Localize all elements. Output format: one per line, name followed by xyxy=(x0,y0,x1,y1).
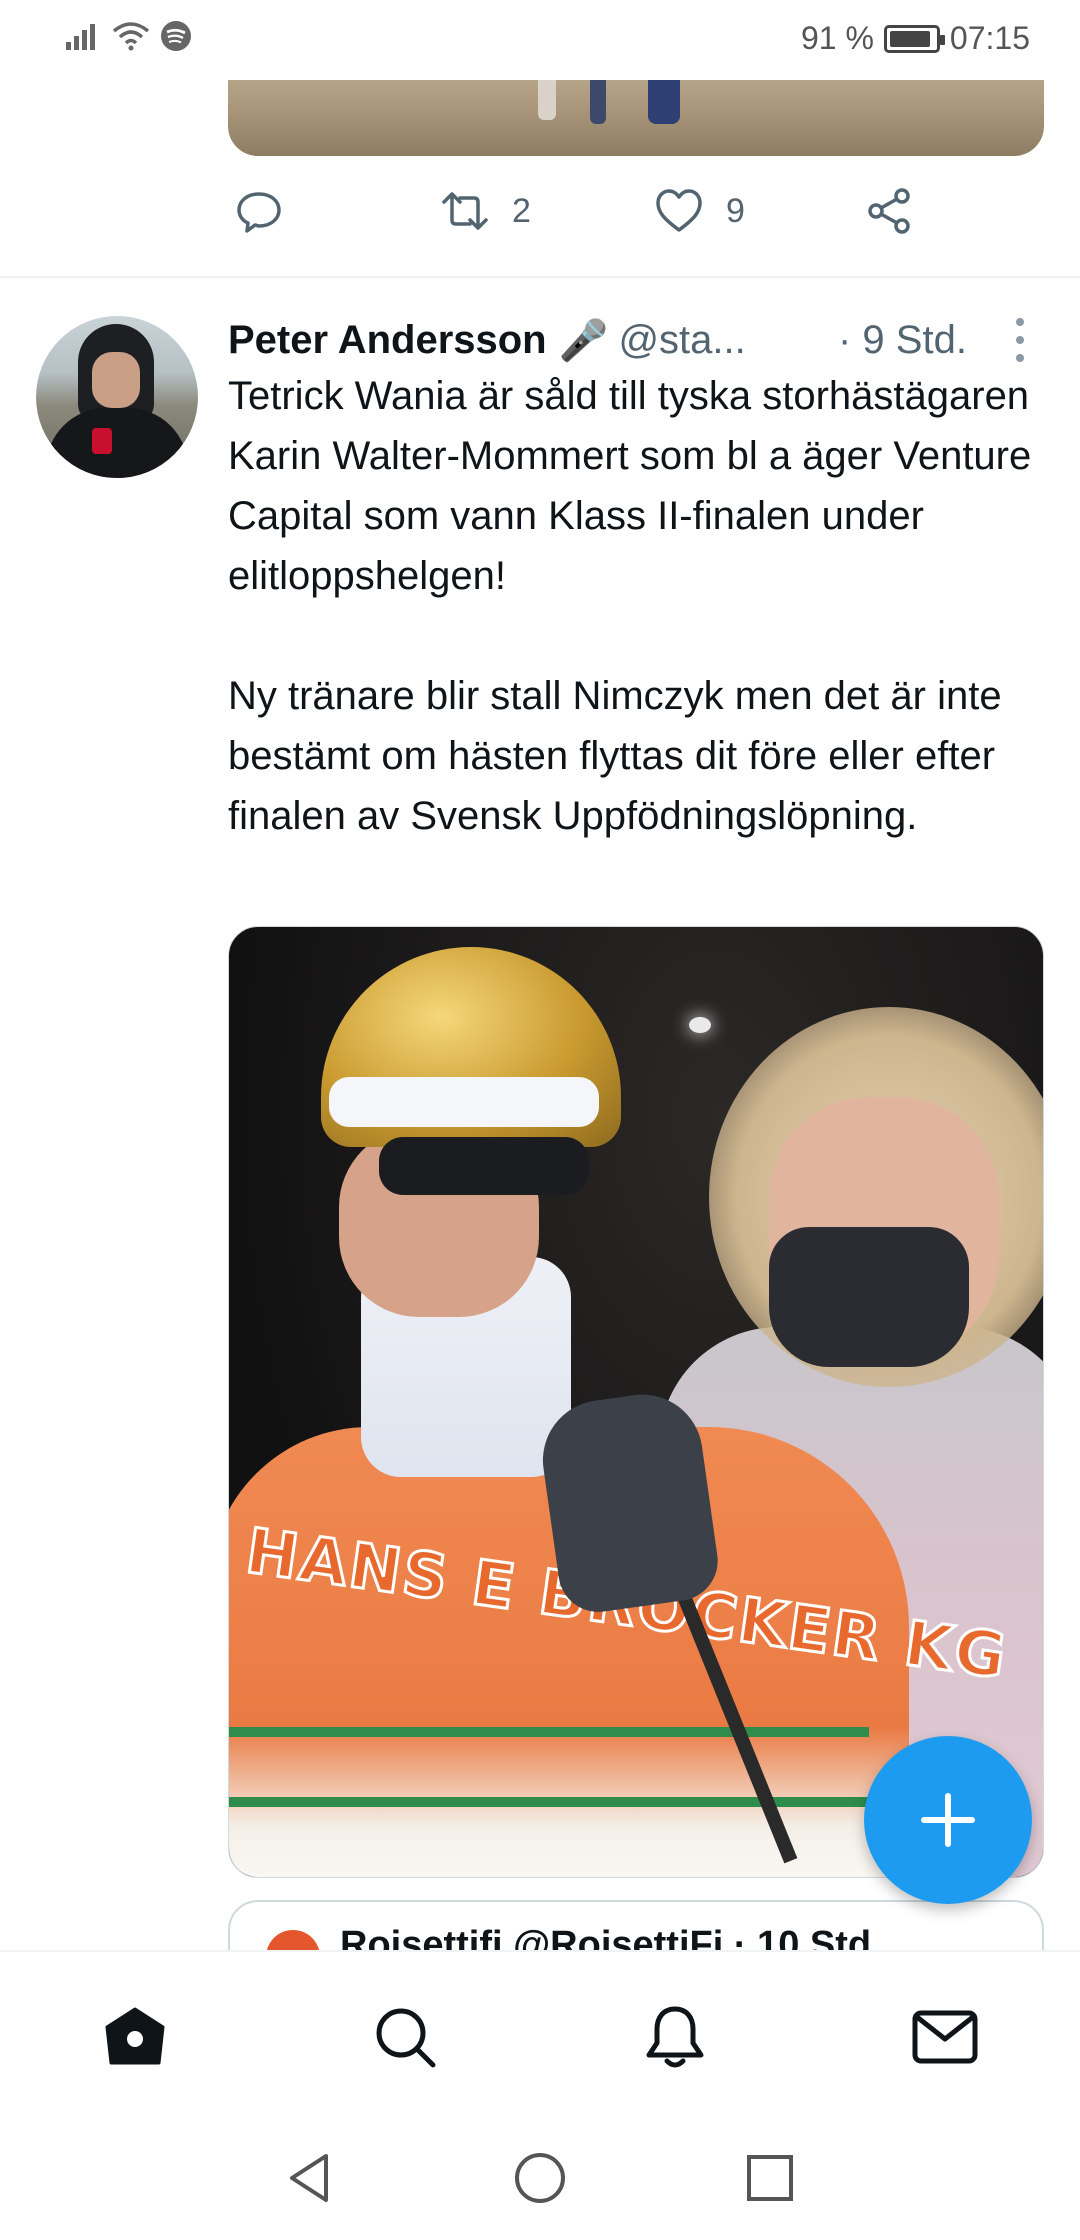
recents-icon xyxy=(747,2155,793,2201)
microphone-emoji: 🎤 xyxy=(558,318,609,363)
tweet-time[interactable]: · 9 Std. xyxy=(838,318,967,363)
nav-messages[interactable] xyxy=(910,2002,980,2072)
battery-fill xyxy=(889,30,930,47)
more-options-icon[interactable] xyxy=(1012,318,1028,362)
notifications-icon xyxy=(646,2006,704,2068)
author-avatar[interactable] xyxy=(36,316,198,478)
wifi-icon xyxy=(112,21,150,56)
author-handle[interactable]: @sta... xyxy=(618,318,745,363)
system-back-button[interactable] xyxy=(280,2148,340,2208)
heart-icon xyxy=(656,189,702,232)
search-icon xyxy=(376,2008,436,2068)
messages-icon xyxy=(912,2010,978,2064)
clock: 07:15 xyxy=(949,20,1030,56)
back-icon xyxy=(290,2154,328,2202)
system-navigation xyxy=(0,2118,1080,2240)
home-circle-icon xyxy=(515,2153,565,2203)
system-home-button[interactable] xyxy=(510,2148,570,2208)
battery-icon xyxy=(883,24,945,53)
tweet-photo[interactable]: HANS E BROCKER KG xyxy=(228,926,1044,1878)
nav-search[interactable] xyxy=(370,2002,440,2072)
share-icon xyxy=(868,188,910,234)
compose-tweet-button[interactable] xyxy=(864,1736,1032,1904)
tweet-divider xyxy=(0,276,1080,278)
like-count: 9 xyxy=(726,191,745,230)
retweet-button[interactable]: 2 xyxy=(440,186,531,236)
retweet-icon xyxy=(442,192,488,230)
status-bar: 91 % 07:15 xyxy=(0,0,1080,80)
author-name[interactable]: Peter Andersson xyxy=(228,318,547,363)
like-button[interactable]: 9 xyxy=(654,186,745,236)
tweet-header: Peter Andersson 🎤 @sta... · 9 Std. xyxy=(228,312,1028,368)
bottom-navigation xyxy=(0,1950,1080,2118)
system-recents-button[interactable] xyxy=(740,2148,800,2208)
previous-tweet-actions: 2 9 xyxy=(228,186,928,246)
plus-icon xyxy=(921,1793,975,1847)
status-right: 91 % 07:15 xyxy=(801,20,1030,57)
status-left-icons xyxy=(66,20,192,57)
home-icon xyxy=(105,2007,165,2065)
retweet-count: 2 xyxy=(512,191,531,230)
signal-icon xyxy=(66,22,102,55)
share-button[interactable] xyxy=(864,186,914,236)
previous-tweet-image[interactable] xyxy=(228,80,1044,156)
tweet-text: Tetrick Wania är såld till tyska storhäs… xyxy=(228,374,1032,838)
reply-button[interactable] xyxy=(234,186,306,236)
nav-home[interactable] xyxy=(100,2002,170,2072)
battery-percent: 91 % xyxy=(800,20,874,56)
reply-icon xyxy=(237,192,281,233)
spotify-icon xyxy=(160,20,192,57)
nav-notifications[interactable] xyxy=(640,2002,710,2072)
